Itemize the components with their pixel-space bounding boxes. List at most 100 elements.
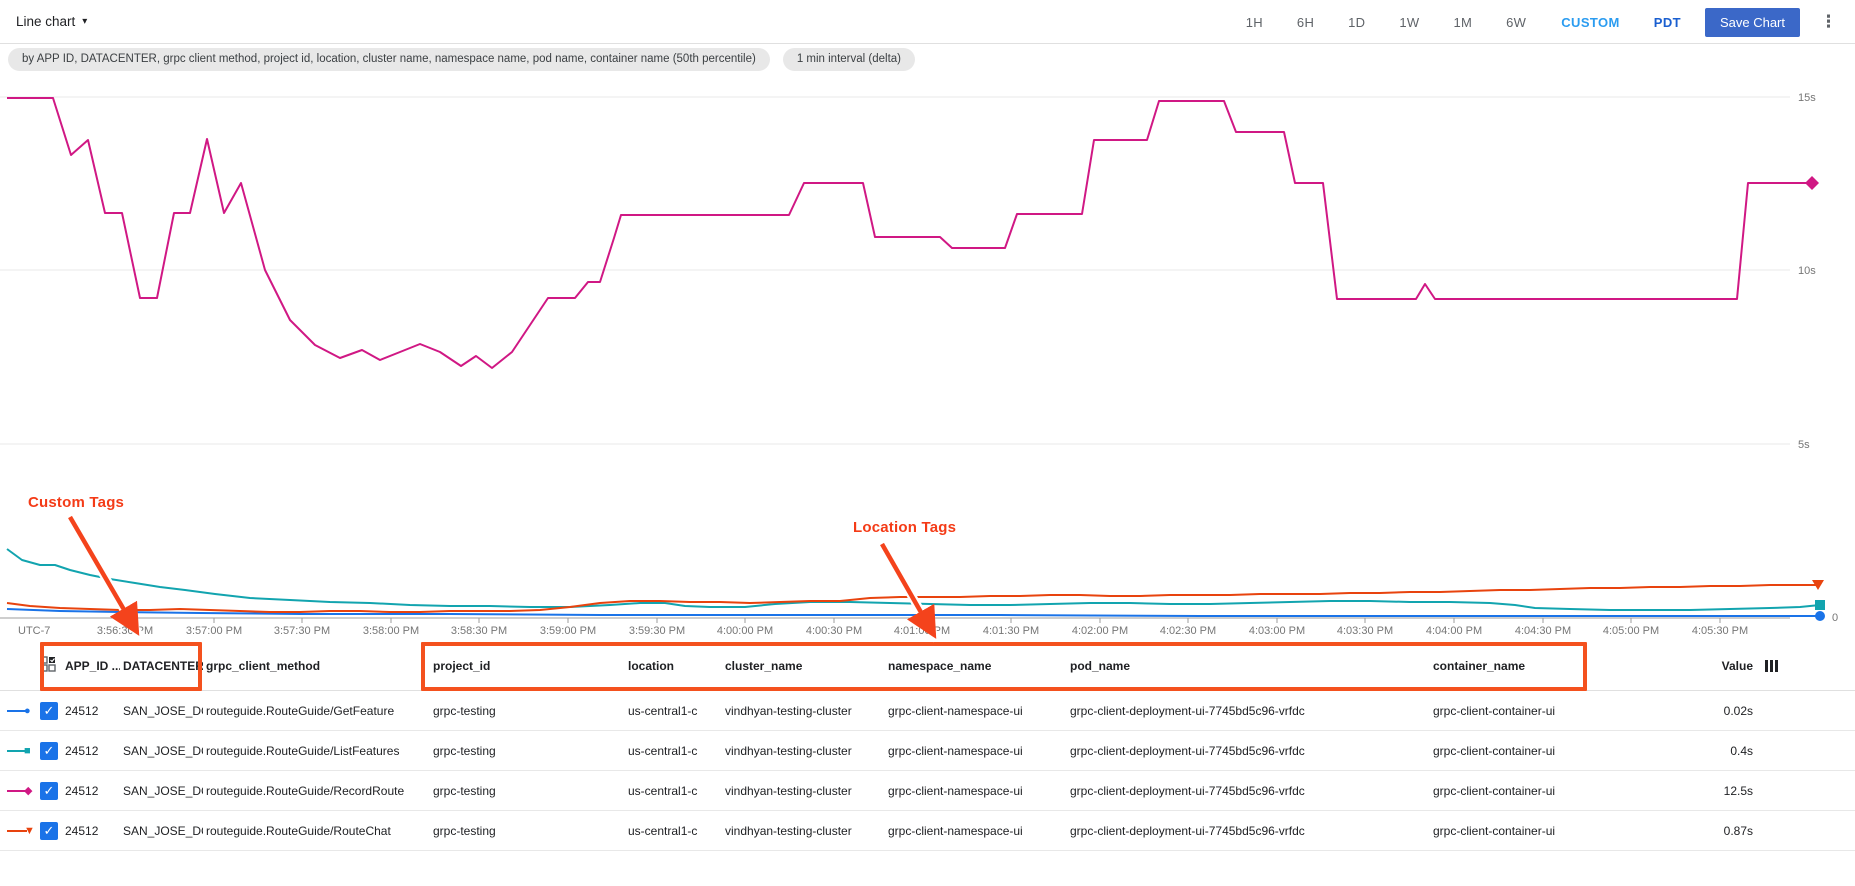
x-tick-label: 3:58:30 PM [451, 625, 507, 637]
x-tick-label: 4:04:30 PM [1515, 625, 1571, 637]
x-tick-label: 3:59:30 PM [629, 625, 685, 637]
series-key-marker: ▼ [24, 825, 35, 837]
x-tick-label: 4:01:00 PM [894, 625, 950, 637]
y-tick-label: 15s [1798, 92, 1816, 104]
cell-pod_name: grpc-client-deployment-ui-7745bd5c96-vrf… [1067, 824, 1430, 838]
cell-location: us-central1-c [625, 744, 722, 758]
x-tick-label: 4:03:00 PM [1249, 625, 1305, 637]
cell-grpc_client_method: routeguide.RouteGuide/RouteChat [203, 824, 430, 838]
cell-datacenter: SAN_JOSE_DC [120, 784, 203, 798]
cell-cluster_name: vindhyan-testing-cluster [722, 824, 885, 838]
cell-app_id: 24512 [62, 744, 120, 758]
time-range-button-1w[interactable]: 1W [1382, 15, 1436, 30]
time-range-button-6h[interactable]: 6H [1280, 15, 1331, 30]
cell-container_name: grpc-client-container-ui [1430, 784, 1610, 798]
series-visibility-checkbox[interactable]: ✓ [40, 742, 58, 760]
x-tick-label: 3:56:30 PM [97, 625, 153, 637]
group-by-chip[interactable]: by APP ID, DATACENTER, grpc client metho… [8, 48, 770, 71]
series-end-marker-diamond [1805, 176, 1819, 190]
x-tick-label: 3:58:00 PM [363, 625, 419, 637]
x-tick-label: 4:00:30 PM [806, 625, 862, 637]
custom-tags-annotation: Custom Tags [28, 494, 124, 511]
y-tick-label: 5s [1798, 439, 1810, 451]
column-settings-icon[interactable] [1765, 660, 1779, 672]
column-header-namespace_name[interactable]: namespace_name [885, 659, 1067, 673]
column-header-app_id[interactable]: APP_ID ... [62, 659, 120, 673]
location-tags-annotation: Location Tags [853, 519, 956, 536]
x-tick-label: 4:05:00 PM [1603, 625, 1659, 637]
series-visibility-checkbox[interactable]: ✓ [40, 702, 58, 720]
save-chart-button[interactable]: Save Chart [1705, 8, 1800, 37]
cell-namespace_name: grpc-client-namespace-ui [885, 704, 1067, 718]
series-visibility-checkbox[interactable]: ✓ [40, 782, 58, 800]
time-range-button-1m[interactable]: 1M [1436, 15, 1489, 30]
cell-value: 0.87s [1610, 824, 1755, 838]
chart-type-label: Line chart [16, 14, 75, 29]
time-range-button-1d[interactable]: 1D [1331, 15, 1382, 30]
x-tick-label: 3:57:00 PM [186, 625, 242, 637]
cell-value: 0.4s [1610, 744, 1755, 758]
series-visibility-checkbox[interactable]: ✓ [40, 822, 58, 840]
cell-project_id: grpc-testing [430, 784, 625, 798]
cell-app_id: 24512 [62, 784, 120, 798]
cell-container_name: grpc-client-container-ui [1430, 824, 1610, 838]
cell-grpc_client_method: routeguide.RouteGuide/RecordRoute [203, 784, 430, 798]
series-end-marker-square [1815, 600, 1825, 610]
cell-datacenter: SAN_JOSE_DC [120, 824, 203, 838]
column-header-project_id[interactable]: project_id [430, 659, 625, 673]
column-header-cluster_name[interactable]: cluster_name [722, 659, 885, 673]
cell-pod_name: grpc-client-deployment-ui-7745bd5c96-vrf… [1067, 784, 1430, 798]
cell-value: 0.02s [1610, 704, 1755, 718]
cell-grpc_client_method: routeguide.RouteGuide/GetFeature [203, 704, 430, 718]
x-tick-label: 3:59:00 PM [540, 625, 596, 637]
cell-location: us-central1-c [625, 824, 722, 838]
x-tick-label: 4:02:30 PM [1160, 625, 1216, 637]
cell-pod_name: grpc-client-deployment-ui-7745bd5c96-vrf… [1067, 704, 1430, 718]
column-header-value[interactable]: Value [1610, 659, 1755, 673]
x-tick-label: 4:04:00 PM [1426, 625, 1482, 637]
column-header-location[interactable]: location [625, 659, 722, 673]
series-line [7, 98, 1812, 368]
chart-type-dropdown[interactable]: Line chart ▾ [16, 14, 87, 29]
table-row: ▼ ✓ 24512SAN_JOSE_DCrouteguide.RouteGuide/… [0, 811, 1855, 851]
cell-grpc_client_method: routeguide.RouteGuide/ListFeatures [203, 744, 430, 758]
cell-project_id: grpc-testing [430, 824, 625, 838]
chevron-down-icon: ▾ [82, 16, 87, 27]
column-header-pod_name[interactable]: pod_name [1067, 659, 1430, 673]
time-range-button-6w[interactable]: 6W [1489, 15, 1543, 30]
table-row: ◆ ✓ 24512SAN_JOSE_DCrouteguide.RouteGuide/… [0, 771, 1855, 811]
cell-app_id: 24512 [62, 704, 120, 718]
series-key-marker: ● [24, 705, 31, 717]
timezone-button[interactable]: PDT [1638, 15, 1697, 30]
column-header-grpc_client_method[interactable]: grpc_client_method [203, 659, 430, 673]
x-tick-label: 4:00:00 PM [717, 625, 773, 637]
time-range-button-1h[interactable]: 1H [1229, 15, 1280, 30]
cell-datacenter: SAN_JOSE_DC [120, 744, 203, 758]
cell-namespace_name: grpc-client-namespace-ui [885, 784, 1067, 798]
time-range-button-custom[interactable]: CUSTOM [1543, 15, 1638, 30]
select-all-series-icon[interactable] [40, 656, 56, 672]
cell-cluster_name: vindhyan-testing-cluster [722, 744, 885, 758]
cell-cluster_name: vindhyan-testing-cluster [722, 704, 885, 718]
chart-toolbar: Line chart ▾ 1H6H1D1W1M6W CUSTOM PDT Sav… [0, 0, 1855, 44]
cell-container_name: grpc-client-container-ui [1430, 744, 1610, 758]
series-end-marker-circle [1815, 611, 1825, 621]
cell-location: us-central1-c [625, 704, 722, 718]
cell-location: us-central1-c [625, 784, 722, 798]
series-line [7, 549, 1820, 610]
overflow-menu-icon[interactable]: ⋮ [1812, 12, 1845, 32]
cell-app_id: 24512 [62, 824, 120, 838]
column-header-datacenter[interactable]: DATACENTER ... [120, 659, 203, 673]
series-key-marker: ◆ [24, 785, 32, 797]
filter-chip-bar: by APP ID, DATACENTER, grpc client metho… [0, 46, 1855, 72]
interval-chip[interactable]: 1 min interval (delta) [783, 48, 915, 71]
cell-cluster_name: vindhyan-testing-cluster [722, 784, 885, 798]
x-tick-label: 4:05:30 PM [1692, 625, 1748, 637]
series-key-marker: ■ [24, 745, 31, 757]
y-tick-label: 10s [1798, 265, 1816, 277]
column-header-container_name[interactable]: container_name [1430, 659, 1610, 673]
y-tick-label: 0 [1832, 612, 1838, 624]
timeseries-chart[interactable]: 15s10s5s03:56:30 PM3:57:00 PM3:57:30 PM3… [0, 0, 1855, 640]
cell-pod_name: grpc-client-deployment-ui-7745bd5c96-vrf… [1067, 744, 1430, 758]
cell-project_id: grpc-testing [430, 744, 625, 758]
